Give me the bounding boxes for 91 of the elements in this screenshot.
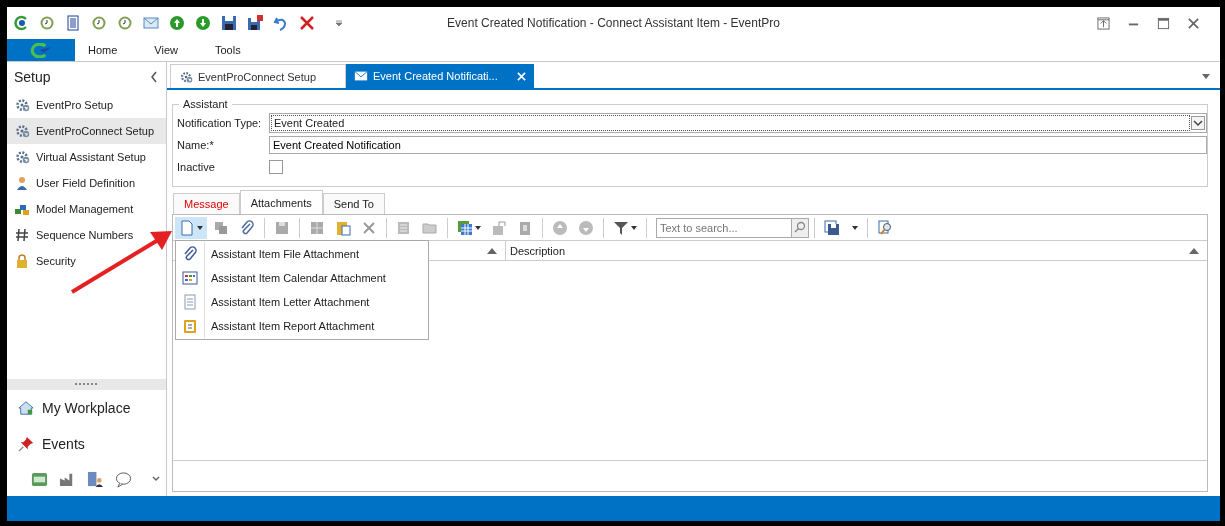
ribbon-tab[interactable]: Home <box>88 44 132 56</box>
paperclip-icon <box>239 219 255 236</box>
building-person-icon[interactable] <box>87 470 104 488</box>
paperclip-icon <box>182 246 198 262</box>
document-tab[interactable]: EventProConnect Setup <box>170 64 346 88</box>
save-icon[interactable] <box>221 15 237 31</box>
caret-icon <box>631 225 637 230</box>
chevron-down-icon[interactable] <box>151 474 161 484</box>
undo-icon[interactable] <box>273 15 289 31</box>
pushpin-icon <box>18 436 34 452</box>
sidebar-item[interactable]: EventProConnect Setup <box>7 118 166 144</box>
document-icon[interactable] <box>65 15 81 31</box>
menu-item[interactable]: Assistant Item Calendar Attachment <box>176 266 428 290</box>
mail-icon[interactable] <box>143 15 159 31</box>
maximize-icon[interactable] <box>1157 16 1170 30</box>
navigation-group[interactable]: Events <box>7 426 166 462</box>
app-logo-icon[interactable] <box>13 15 29 31</box>
new-document-menu-button[interactable] <box>175 216 207 239</box>
restore-ribbon-icon[interactable] <box>1097 16 1110 30</box>
export-icon <box>491 219 507 236</box>
save-close-icon[interactable] <box>247 15 263 31</box>
splitter-handle[interactable] <box>7 379 166 390</box>
tab[interactable]: Attachments <box>239 190 323 214</box>
mail-icon <box>354 69 368 83</box>
dropdown-caret-icon[interactable] <box>1191 116 1205 130</box>
gears-icon <box>14 123 30 139</box>
caret-icon <box>475 225 481 230</box>
sort-arrow-icon <box>487 247 497 254</box>
clock-icon[interactable] <box>91 15 107 31</box>
save-icon <box>824 219 840 236</box>
clock-icon[interactable] <box>117 15 133 31</box>
collapse-chevron-icon[interactable] <box>150 71 158 83</box>
hash-icon <box>14 227 30 243</box>
column-header[interactable]: Description <box>506 241 1207 260</box>
card-icon[interactable] <box>31 470 48 488</box>
customize-caret-icon[interactable] <box>335 19 343 27</box>
field-label: Inactive <box>177 161 216 173</box>
sidebar-item[interactable]: Security <box>7 248 80 274</box>
caret-icon <box>852 225 858 230</box>
magnifier-icon <box>877 219 893 236</box>
gears-icon <box>179 69 193 84</box>
close-icon[interactable] <box>299 15 315 31</box>
sidebar-item[interactable]: User Field Definition <box>7 170 140 196</box>
ribbon-tab[interactable]: Tools <box>215 44 255 56</box>
logo-icon <box>28 42 54 58</box>
clock-icon[interactable] <box>39 15 55 31</box>
tab-list-caret-icon[interactable] <box>1202 73 1210 79</box>
close-icon[interactable] <box>1187 16 1200 30</box>
list-icon <box>396 219 412 236</box>
name-input[interactable]: Event Created Notification <box>269 136 1207 154</box>
tab[interactable]: Send To <box>322 193 385 214</box>
delete-icon <box>361 219 377 236</box>
grid-icon <box>309 219 325 236</box>
sidebar-item[interactable]: Virtual Assistant Setup <box>7 144 150 170</box>
menu-item[interactable]: Assistant Item Letter Attachment <box>176 290 428 314</box>
filter-icon <box>613 219 629 236</box>
field-label: Name:* <box>177 139 215 151</box>
notification-type-dropdown[interactable]: Event Created <box>269 113 1207 133</box>
columns-icon <box>457 219 473 236</box>
ribbon-tab[interactable]: View <box>154 44 192 56</box>
paste-icon <box>335 219 351 236</box>
caret-icon <box>197 225 203 230</box>
house-icon <box>18 400 34 416</box>
gears-icon <box>14 97 30 113</box>
sidebar-item[interactable]: Model Management <box>7 196 138 222</box>
menu-item[interactable]: Assistant Item Report Attachment <box>176 314 428 338</box>
field-label: Notification Type: <box>177 117 263 129</box>
copy-icon <box>213 219 229 236</box>
sidebar-title: Setup <box>14 69 51 85</box>
letter-icon <box>182 294 198 310</box>
gears-icon <box>14 149 30 165</box>
speech-bubble-icon[interactable] <box>115 470 132 488</box>
tab[interactable]: Message <box>173 193 240 214</box>
document-tab[interactable]: Event Created Notificati... <box>346 64 534 88</box>
lock-icon <box>14 253 30 269</box>
sidebar-item[interactable]: EventPro Setup <box>7 92 118 118</box>
sidebar-item[interactable]: Sequence Numbers <box>7 222 138 248</box>
calendar-icon <box>182 270 198 286</box>
clipboard-icon <box>182 318 198 334</box>
application-menu-button[interactable] <box>7 39 75 61</box>
window-title: Event Created Notification - Connect Assistant Item - EventPro <box>447 16 780 30</box>
sort-arrow-icon <box>1189 247 1199 254</box>
search-field[interactable]: Text to search... <box>656 217 791 238</box>
book-icon <box>517 219 533 236</box>
close-tab-icon[interactable] <box>517 71 526 81</box>
search-icon[interactable] <box>791 217 809 238</box>
group-title: Assistant <box>182 98 229 110</box>
navigation-group[interactable]: My Workplace <box>7 390 166 426</box>
new-document-icon <box>179 219 195 236</box>
person-icon <box>14 175 30 191</box>
menu-item[interactable]: Assistant Item File Attachment <box>176 242 428 266</box>
